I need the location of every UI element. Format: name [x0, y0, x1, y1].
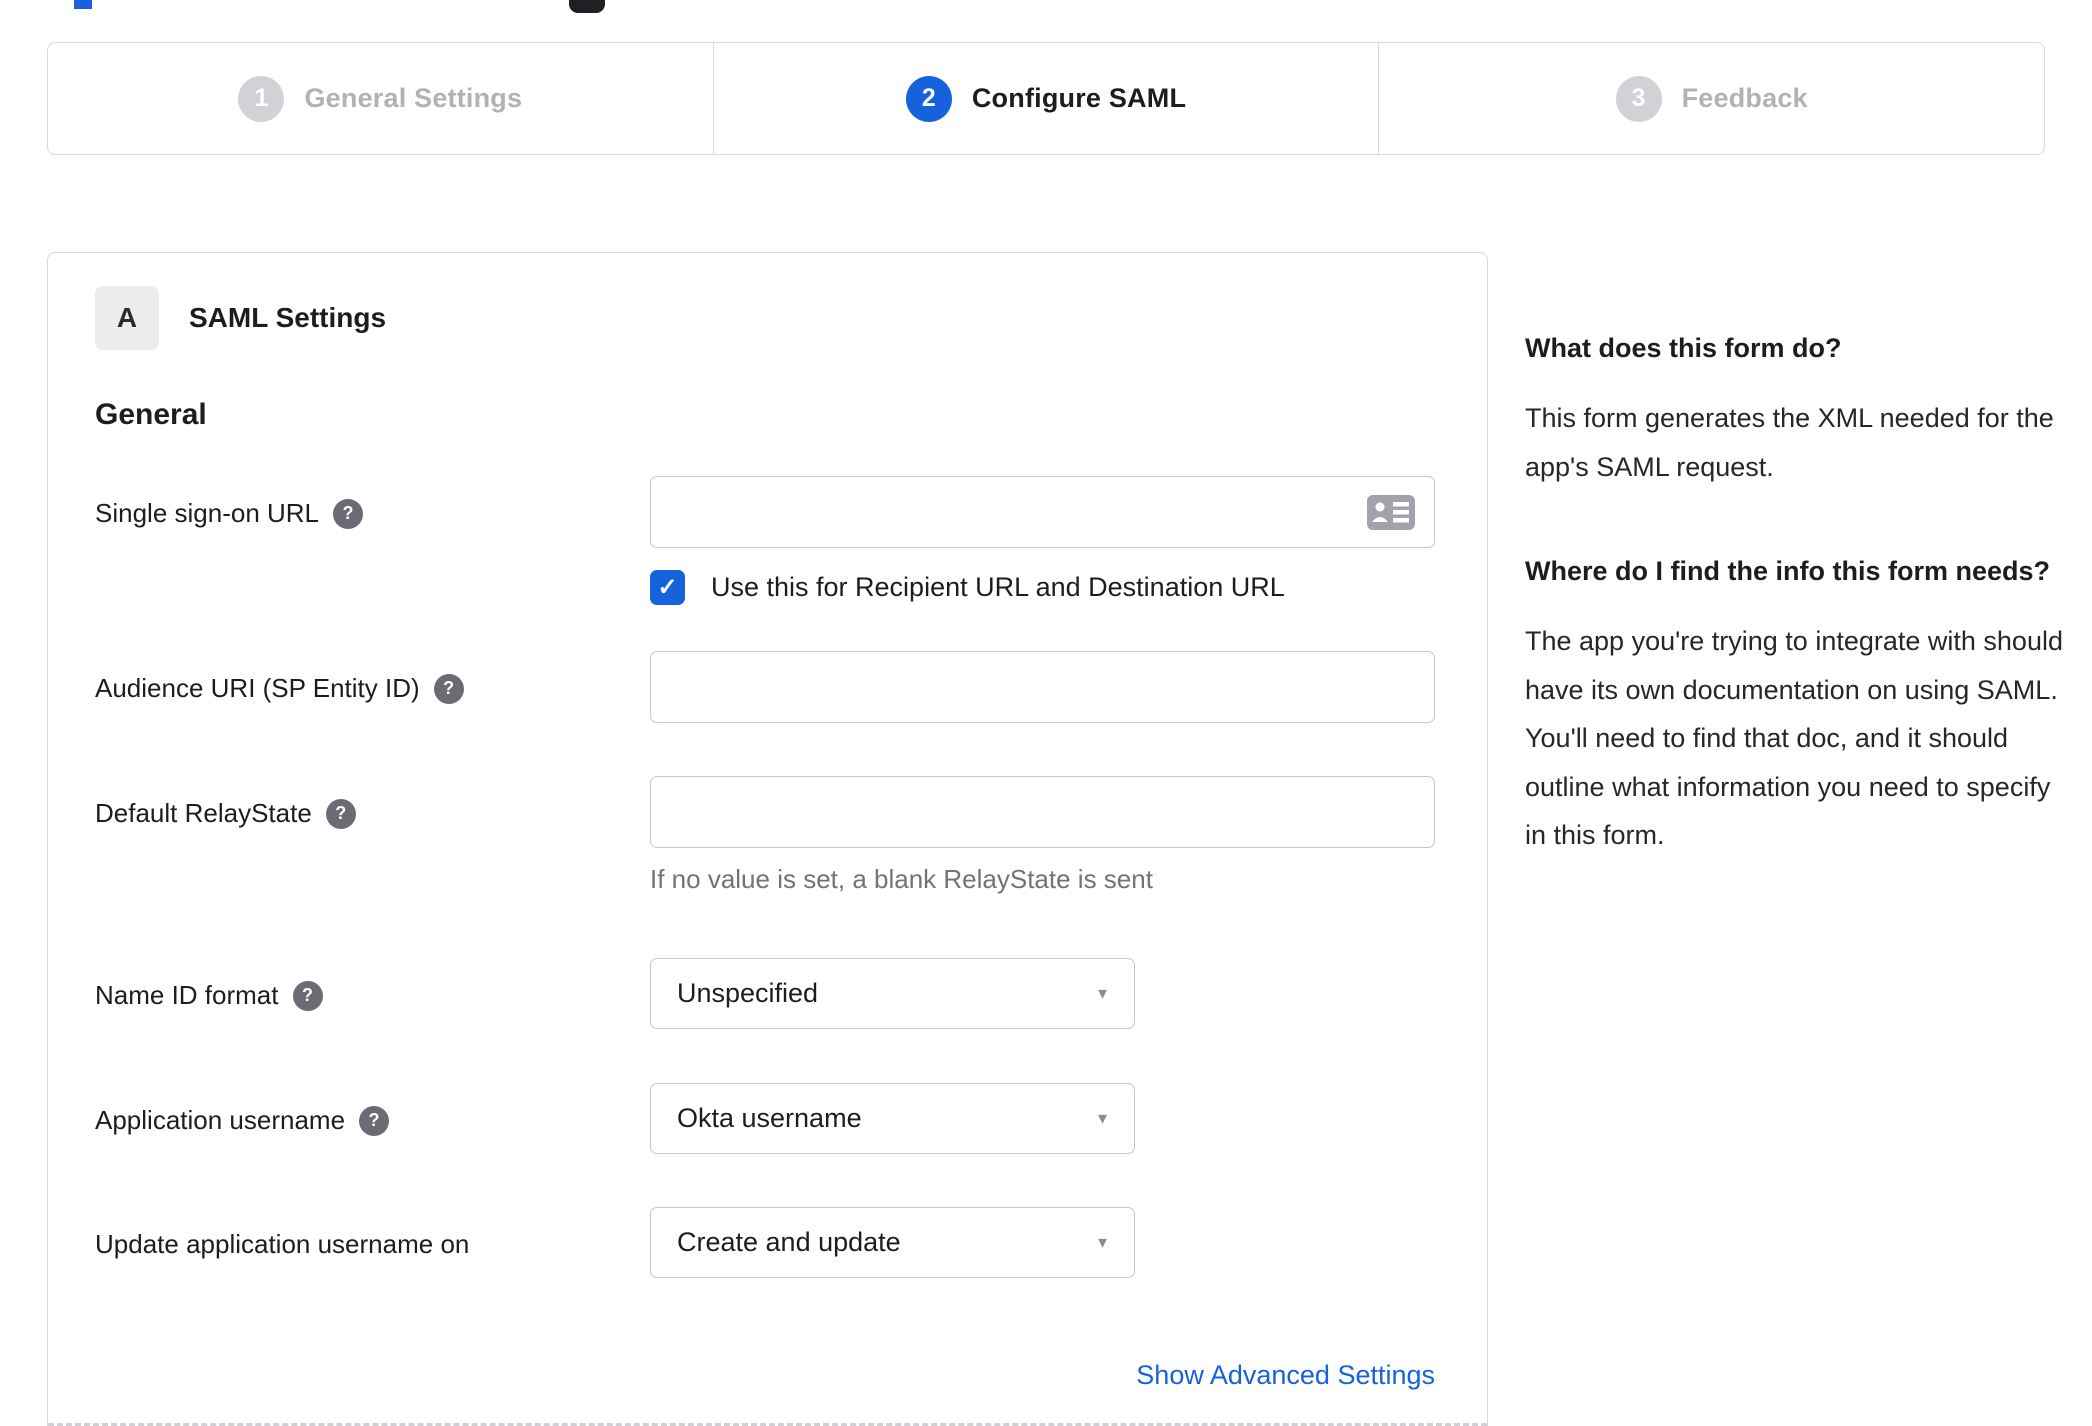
section-a-badge: A — [95, 286, 159, 350]
name-id-format-label-wrap: Name ID format ? — [95, 958, 650, 1011]
sidebar-heading: What does this form do? — [1525, 333, 1842, 363]
name-id-format-select[interactable]: Unspecified ▼ — [650, 958, 1135, 1029]
name-id-format-label: Name ID format — [95, 980, 279, 1010]
sso-url-input[interactable] — [650, 476, 1435, 548]
wizard-stepper: 1 General Settings 2 Configure SAML 3 Fe… — [47, 42, 2045, 155]
relay-state-input[interactable] — [650, 776, 1435, 848]
help-icon[interactable]: ? — [433, 673, 464, 704]
cutoff-app-logo-fragment — [569, 0, 605, 13]
cutoff-blue-element — [74, 0, 92, 9]
update-username-value: Create and update — [677, 1227, 901, 1257]
sidebar-section-what: What does this form do? This form genera… — [1525, 326, 2070, 491]
relay-state-input-wrap — [650, 776, 1435, 848]
update-username-label-wrap: Update application username on — [95, 1207, 650, 1260]
audience-uri-input[interactable] — [650, 651, 1435, 723]
step-label: Feedback — [1681, 83, 1808, 113]
step-label: General Settings — [304, 83, 523, 113]
general-group-heading: General — [95, 398, 207, 431]
autofill-contact-icon[interactable] — [1367, 495, 1415, 530]
step-configure-saml[interactable]: 2 Configure SAML — [714, 43, 1380, 154]
recipient-url-checkbox-row: ✓ Use this for Recipient URL and Destina… — [95, 570, 1440, 605]
show-advanced-settings-link[interactable]: Show Advanced Settings — [650, 1360, 1435, 1391]
step-general-settings[interactable]: 1 General Settings — [48, 43, 714, 154]
section-title: SAML Settings — [189, 302, 387, 333]
checkmark-icon: ✓ — [657, 574, 678, 601]
relay-state-hint: If no value is set, a blank RelayState i… — [650, 864, 1153, 894]
update-username-select[interactable]: Create and update ▼ — [650, 1207, 1135, 1278]
step-label: Configure SAML — [971, 83, 1187, 113]
sso-url-label-wrap: Single sign-on URL ? — [95, 476, 650, 529]
help-sidebar: What does this form do? This form genera… — [1525, 326, 2070, 860]
application-username-row: Application username ? Okta username ▼ — [95, 1083, 1440, 1154]
relay-state-label-wrap: Default RelayState ? — [95, 776, 650, 829]
audience-uri-label: Audience URI (SP Entity ID) — [95, 673, 420, 703]
chevron-down-icon: ▼ — [1095, 985, 1110, 1002]
checkbox-line: ✓ Use this for Recipient URL and Destina… — [650, 570, 1435, 605]
section-header: A SAML Settings — [95, 286, 1440, 350]
help-icon[interactable]: ? — [359, 1105, 390, 1136]
sidebar-body: This form generates the XML needed for t… — [1525, 403, 2054, 482]
help-icon[interactable]: ? — [325, 798, 356, 829]
step-feedback[interactable]: 3 Feedback — [1379, 43, 2044, 154]
sidebar-body: The app you're trying to integrate with … — [1525, 626, 2063, 850]
application-username-select[interactable]: Okta username ▼ — [650, 1083, 1135, 1154]
sidebar-heading: Where do I find the info this form needs… — [1525, 556, 2050, 586]
help-icon[interactable]: ? — [333, 498, 364, 529]
chevron-down-icon: ▼ — [1095, 1110, 1110, 1127]
relay-state-row: Default RelayState ? If no value is set,… — [95, 776, 1440, 895]
relay-state-input-col: If no value is set, a blank RelayState i… — [650, 776, 1435, 895]
step-number-badge: 1 — [238, 75, 285, 122]
update-username-row: Update application username on Create an… — [95, 1207, 1440, 1278]
audience-uri-input-wrap — [650, 651, 1435, 723]
sso-url-row: Single sign-on URL ? — [95, 476, 1440, 548]
sso-url-input-wrap — [650, 476, 1435, 548]
step-number-badge: 3 — [1615, 75, 1662, 122]
application-username-value: Okta username — [677, 1103, 862, 1133]
chevron-down-icon: ▼ — [1095, 1234, 1110, 1251]
update-username-label: Update application username on — [95, 1229, 470, 1259]
advanced-settings-row: Show Advanced Settings — [95, 1360, 1440, 1391]
use-recipient-url-checkbox-label[interactable]: Use this for Recipient URL and Destinati… — [711, 572, 1285, 603]
name-id-format-row: Name ID format ? Unspecified ▼ — [95, 958, 1440, 1029]
help-icon[interactable]: ? — [292, 980, 323, 1011]
sidebar-section-where: Where do I find the info this form needs… — [1525, 549, 2070, 860]
audience-uri-label-wrap: Audience URI (SP Entity ID) ? — [95, 651, 650, 704]
name-id-format-value: Unspecified — [677, 978, 819, 1008]
sso-url-label: Single sign-on URL — [95, 498, 320, 528]
audience-uri-row: Audience URI (SP Entity ID) ? — [95, 651, 1440, 723]
relay-state-label: Default RelayState — [95, 798, 312, 828]
application-username-label-wrap: Application username ? — [95, 1083, 650, 1136]
saml-settings-panel: A SAML Settings General Single sign-on U… — [47, 252, 1488, 1426]
step-number-badge: 2 — [905, 75, 952, 122]
use-recipient-url-checkbox[interactable]: ✓ — [650, 570, 685, 605]
application-username-label: Application username — [95, 1105, 346, 1135]
